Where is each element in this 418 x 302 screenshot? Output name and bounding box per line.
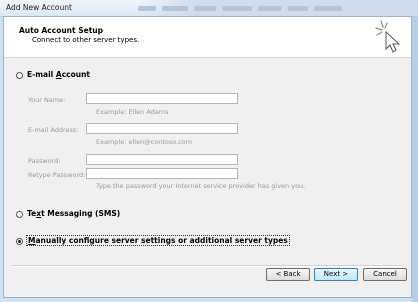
retype-password-label: Retype Password: (28, 171, 86, 179)
password-hint: Type the password your Internet service … (96, 182, 306, 190)
add-account-dialog: Auto Account Setup Connect to other serv… (3, 16, 412, 298)
manual-configure-radio[interactable] (16, 238, 23, 245)
password-field[interactable] (86, 154, 238, 165)
header-title: Auto Account Setup (19, 26, 103, 35)
retype-password-field[interactable] (86, 168, 238, 179)
text-messaging-label-text: Te (27, 209, 37, 218)
manual-configure-label[interactable]: Manually configure server settings or ad… (26, 235, 290, 246)
dialog-header: Auto Account Setup Connect to other serv… (4, 17, 411, 58)
manual-configure-label-text-rest: anually configure server settings or add… (35, 236, 288, 245)
focus-rectangle: Manually configure server settings or ad… (26, 235, 290, 246)
title-bar: Add New Account (0, 0, 418, 17)
next-button[interactable]: Next > (314, 268, 358, 281)
text-messaging-radio[interactable] (16, 211, 23, 218)
email-account-label-text: E-mail (27, 70, 56, 79)
text-messaging-label[interactable]: Text Messaging (SMS) (27, 209, 120, 218)
back-button[interactable]: < Back (266, 268, 310, 281)
email-address-label: E-mail Address: (28, 126, 79, 134)
window-edge (412, 16, 418, 302)
email-account-label-text-rest: ccount (61, 70, 90, 79)
email-address-hint: Example: ellen@contoso.com (96, 138, 193, 146)
wizard-sparkle-icon (375, 20, 401, 53)
email-address-field[interactable] (86, 123, 238, 134)
text-messaging-label-text-rest: t Messaging (SMS) (41, 209, 121, 218)
email-account-label[interactable]: E-mail Account (27, 70, 90, 79)
your-name-hint: Example: Ellen Adams (96, 108, 169, 116)
email-account-radio[interactable] (16, 72, 23, 79)
blurred-background-window (138, 0, 418, 16)
window-title: Add New Account (6, 3, 72, 12)
your-name-label: Your Name: (28, 96, 66, 104)
header-subtitle: Connect to other server types. (32, 36, 140, 44)
footer-divider (12, 265, 402, 267)
your-name-field[interactable] (86, 93, 238, 104)
cancel-button[interactable]: Cancel (363, 268, 407, 281)
password-label: Password: (28, 157, 61, 165)
